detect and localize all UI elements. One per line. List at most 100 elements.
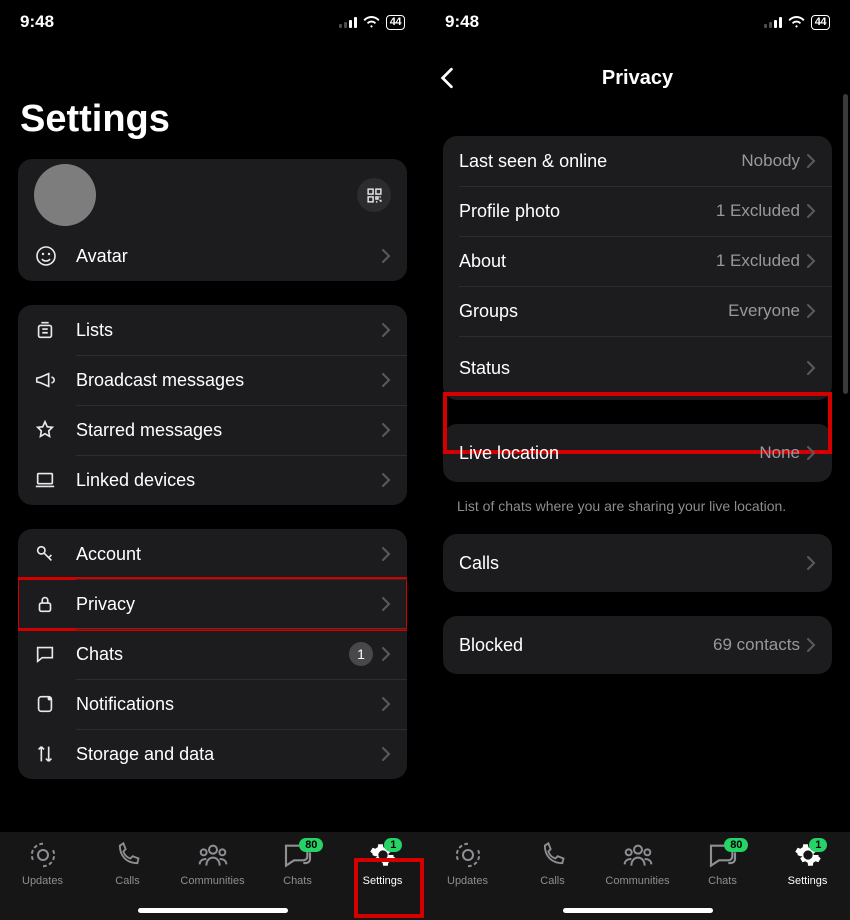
row-label: Status bbox=[459, 358, 806, 379]
chat-icon bbox=[34, 643, 76, 665]
row-label: Privacy bbox=[76, 594, 381, 615]
row-lastseen[interactable]: Last seen & online Nobody bbox=[443, 136, 832, 186]
badge: 80 bbox=[299, 838, 323, 852]
row-live-location[interactable]: Live location None bbox=[443, 424, 832, 482]
live-location-note: List of chats where you are sharing your… bbox=[425, 492, 850, 534]
row-groups[interactable]: Groups Everyone bbox=[443, 286, 832, 336]
row-label: Account bbox=[76, 544, 381, 565]
tab-chats[interactable]: 80 Chats bbox=[255, 840, 340, 887]
communities-icon bbox=[197, 840, 229, 870]
row-label: Profile photo bbox=[459, 201, 716, 222]
profile-card: Avatar bbox=[18, 159, 407, 281]
battery-indicator: 44 bbox=[811, 15, 830, 30]
chevron-right-icon bbox=[381, 422, 391, 438]
row-account[interactable]: Account bbox=[18, 529, 407, 579]
battery-indicator: 44 bbox=[386, 15, 405, 30]
chevron-right-icon bbox=[806, 637, 816, 653]
wifi-icon bbox=[788, 16, 805, 28]
privacy-live-location: Live location None bbox=[443, 424, 832, 482]
tab-settings[interactable]: 1 Settings bbox=[765, 840, 850, 887]
row-profile-photo[interactable]: Profile photo 1 Excluded bbox=[443, 186, 832, 236]
settings-group-2: Account Privacy Chats 1 Notifications bbox=[18, 529, 407, 779]
tab-label: Settings bbox=[788, 875, 828, 887]
chevron-right-icon bbox=[806, 555, 816, 571]
tab-updates[interactable]: Updates bbox=[0, 840, 85, 887]
row-notifications[interactable]: Notifications bbox=[18, 679, 407, 729]
privacy-group-1: Last seen & online Nobody Profile photo … bbox=[443, 136, 832, 400]
tab-settings[interactable]: 1 Settings bbox=[340, 840, 425, 887]
nav-header: Privacy bbox=[425, 50, 850, 106]
row-label: Groups bbox=[459, 301, 728, 322]
tab-updates[interactable]: Updates bbox=[425, 840, 510, 887]
row-calls[interactable]: Calls bbox=[443, 534, 832, 592]
row-linked[interactable]: Linked devices bbox=[18, 455, 407, 505]
status-indicators: 44 bbox=[764, 15, 830, 30]
laptop-icon bbox=[34, 469, 76, 491]
scrollbar[interactable] bbox=[843, 94, 848, 394]
megaphone-icon bbox=[34, 369, 76, 391]
back-button[interactable] bbox=[439, 67, 455, 89]
row-label: Storage and data bbox=[76, 744, 381, 765]
row-broadcast[interactable]: Broadcast messages bbox=[18, 355, 407, 405]
tab-label: Calls bbox=[115, 875, 139, 887]
cellular-icon bbox=[764, 16, 782, 28]
row-label: Last seen & online bbox=[459, 151, 741, 172]
tab-communities[interactable]: Communities bbox=[170, 840, 255, 887]
chevron-right-icon bbox=[381, 746, 391, 762]
home-indicator[interactable] bbox=[563, 908, 713, 913]
chevron-right-icon bbox=[806, 153, 816, 169]
lock-icon bbox=[34, 593, 76, 615]
home-indicator[interactable] bbox=[138, 908, 288, 913]
row-value: 1 Excluded bbox=[716, 201, 800, 221]
avatar-icon bbox=[34, 244, 76, 268]
chevron-right-icon bbox=[806, 303, 816, 319]
tab-label: Chats bbox=[708, 875, 737, 887]
tab-bar: Updates Calls Communities 80 Chats 1 Set… bbox=[425, 832, 850, 920]
tab-calls[interactable]: Calls bbox=[510, 840, 595, 887]
page-title: Settings bbox=[0, 44, 425, 159]
row-label: Calls bbox=[459, 553, 806, 574]
row-label: Chats bbox=[76, 644, 349, 665]
row-lists[interactable]: Lists bbox=[18, 305, 407, 355]
status-bar: 9:48 44 bbox=[0, 0, 425, 44]
privacy-screen: 9:48 44 Privacy Last seen & online Nobod… bbox=[425, 0, 850, 920]
tab-bar: Updates Calls Communities 80 Chats 1 Set… bbox=[0, 832, 425, 920]
tab-chats[interactable]: 80 Chats bbox=[680, 840, 765, 887]
star-icon bbox=[34, 419, 76, 441]
row-label: Lists bbox=[76, 320, 381, 341]
privacy-blocked: Blocked 69 contacts bbox=[443, 616, 832, 674]
chevron-right-icon bbox=[381, 248, 391, 264]
chevron-right-icon bbox=[381, 472, 391, 488]
row-label: Live location bbox=[459, 443, 759, 464]
chevron-right-icon bbox=[381, 372, 391, 388]
row-about[interactable]: About 1 Excluded bbox=[443, 236, 832, 286]
row-blocked[interactable]: Blocked 69 contacts bbox=[443, 616, 832, 674]
updates-icon bbox=[453, 840, 483, 870]
row-status[interactable]: Status bbox=[443, 336, 832, 400]
row-chats[interactable]: Chats 1 bbox=[18, 629, 407, 679]
avatar-row[interactable]: Avatar bbox=[18, 231, 407, 281]
avatar-label: Avatar bbox=[76, 246, 381, 267]
status-time: 9:48 bbox=[445, 12, 479, 32]
chevron-right-icon bbox=[381, 646, 391, 662]
row-value: Everyone bbox=[728, 301, 800, 321]
tab-label: Settings bbox=[363, 875, 403, 887]
row-storage[interactable]: Storage and data bbox=[18, 729, 407, 779]
row-label: About bbox=[459, 251, 716, 272]
profile-row[interactable] bbox=[18, 159, 407, 231]
row-starred[interactable]: Starred messages bbox=[18, 405, 407, 455]
badge: 1 bbox=[809, 838, 827, 852]
chevron-right-icon bbox=[381, 696, 391, 712]
page-title: Privacy bbox=[602, 67, 673, 90]
chevron-right-icon bbox=[806, 203, 816, 219]
badge: 1 bbox=[384, 838, 402, 852]
tab-calls[interactable]: Calls bbox=[85, 840, 170, 887]
row-privacy[interactable]: Privacy bbox=[18, 579, 407, 629]
avatar bbox=[34, 164, 96, 226]
wifi-icon bbox=[363, 16, 380, 28]
qr-button[interactable] bbox=[357, 178, 391, 212]
tab-label: Chats bbox=[283, 875, 312, 887]
tab-communities[interactable]: Communities bbox=[595, 840, 680, 887]
status-bar: 9:48 44 bbox=[425, 0, 850, 44]
tab-label: Communities bbox=[605, 875, 669, 887]
